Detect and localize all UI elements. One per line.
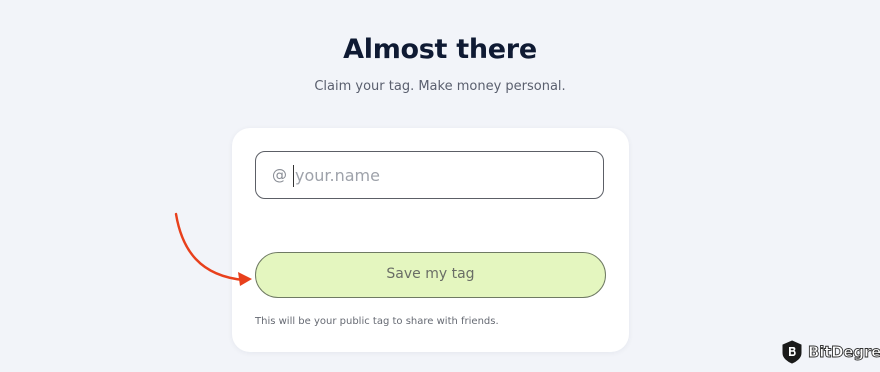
page-subtitle: Claim your tag. Make money personal. [314, 79, 566, 94]
save-tag-button[interactable]: Save my tag [255, 252, 606, 298]
bitdegree-logo-text: BitDegree [808, 343, 880, 362]
page-title: Almost there [343, 34, 537, 65]
bitdegree-shield-icon [782, 340, 802, 364]
at-symbol-icon: @ [272, 166, 287, 184]
claim-tag-card: @ Save my tag This will be your public t… [232, 128, 629, 352]
tag-field[interactable]: @ [255, 151, 604, 199]
bitdegree-logo: BitDegree [781, 340, 880, 364]
curved-arrow-icon [174, 212, 252, 286]
tag-input[interactable] [295, 161, 585, 189]
hint-text: This will be your public tag to share wi… [255, 316, 499, 327]
text-cursor [293, 165, 294, 187]
